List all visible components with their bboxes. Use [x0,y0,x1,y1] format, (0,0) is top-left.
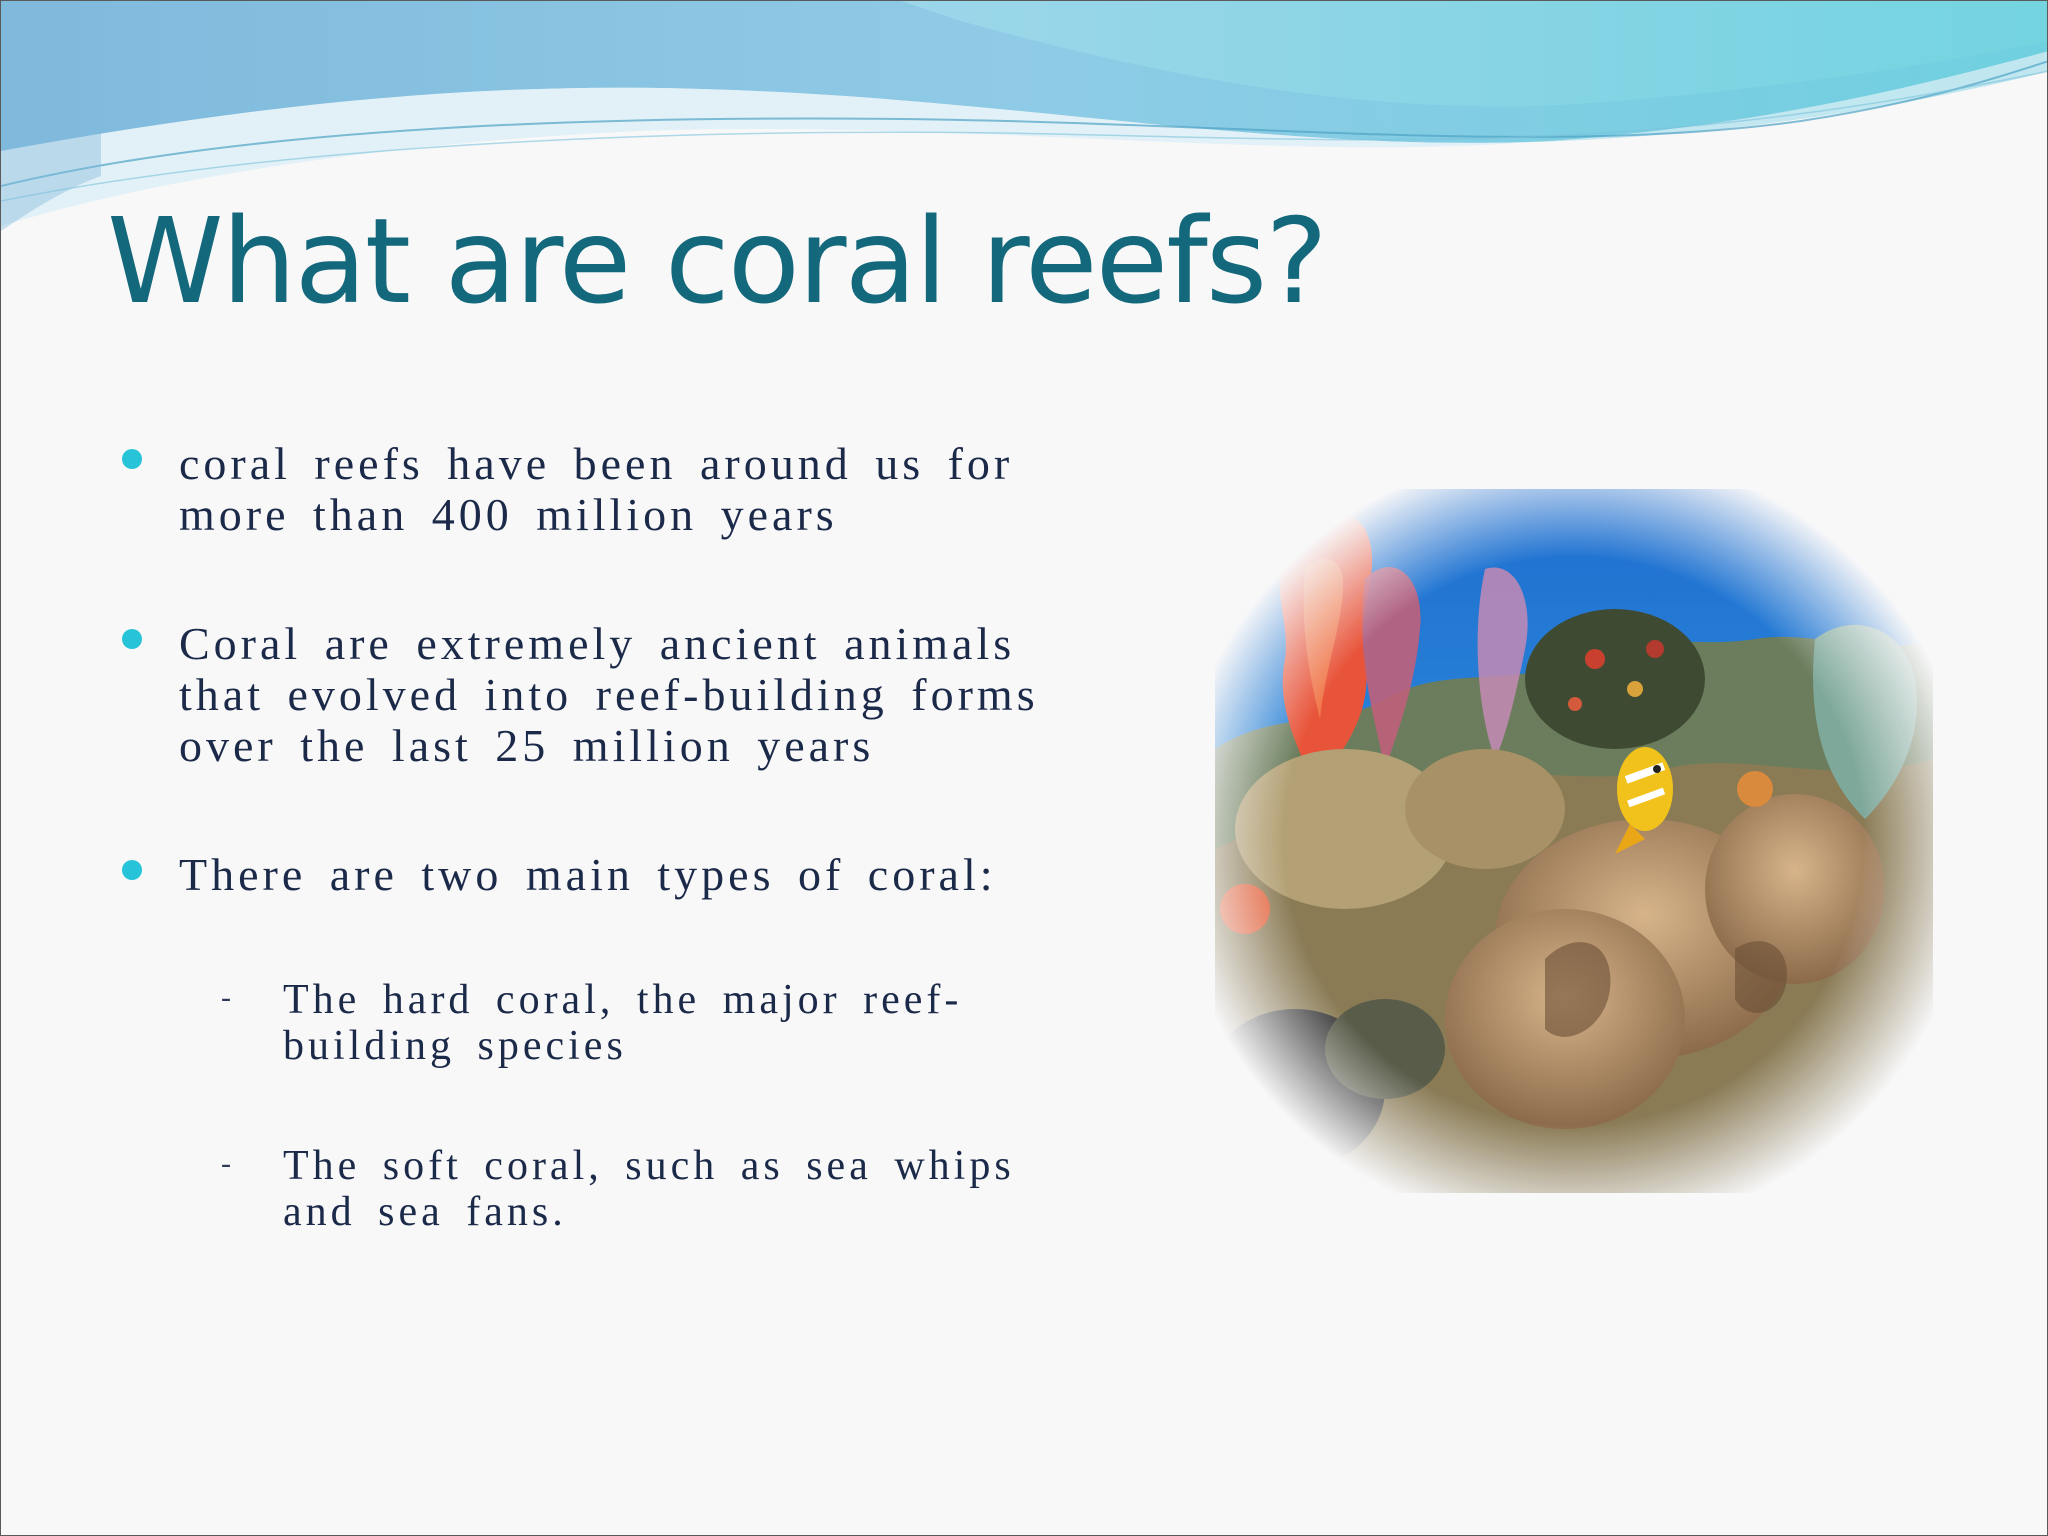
sub-item-line: The hard coral, the major reef- [283,977,963,1023]
bullet-line: There are two main types of coral: [179,849,997,900]
bullet-dot-icon [122,629,142,649]
sub-item-line: and sea fans. [283,1189,567,1235]
bullet-item-1: coral reefs have been around us for more… [179,438,1013,540]
sub-item-line: The soft coral, such as sea whips [283,1143,1015,1189]
coral-reef-illustration [1215,489,1933,1193]
sub-item-line: building species [283,1023,627,1069]
sub-bullet-dash: - [221,981,231,1014]
bullet-dot-icon [122,449,142,469]
bullet-line: more than 400 million years [179,489,838,540]
sub-item-2: The soft coral, such as sea whips and se… [283,1143,1015,1235]
sub-item-1: The hard coral, the major reef- building… [283,977,962,1069]
bullet-line: over the last 25 million years [179,720,875,771]
slide: What are coral reefs? coral reefs have b… [0,0,2048,1536]
bullet-list: coral reefs have been around us for more… [1,1,1121,1301]
bullet-dot-icon [122,860,142,880]
coral-reef-image [1215,489,1933,1193]
sub-bullet-dash: - [221,1147,231,1180]
bullet-line: that evolved into reef-building forms [179,669,1039,720]
bullet-line: coral reefs have been around us for [179,438,1014,489]
bullet-item-3: There are two main types of coral: [179,849,997,900]
bullet-item-2: Coral are extremely ancient animals that… [179,618,1039,771]
bullet-line: Coral are extremely ancient animals [179,618,1016,669]
